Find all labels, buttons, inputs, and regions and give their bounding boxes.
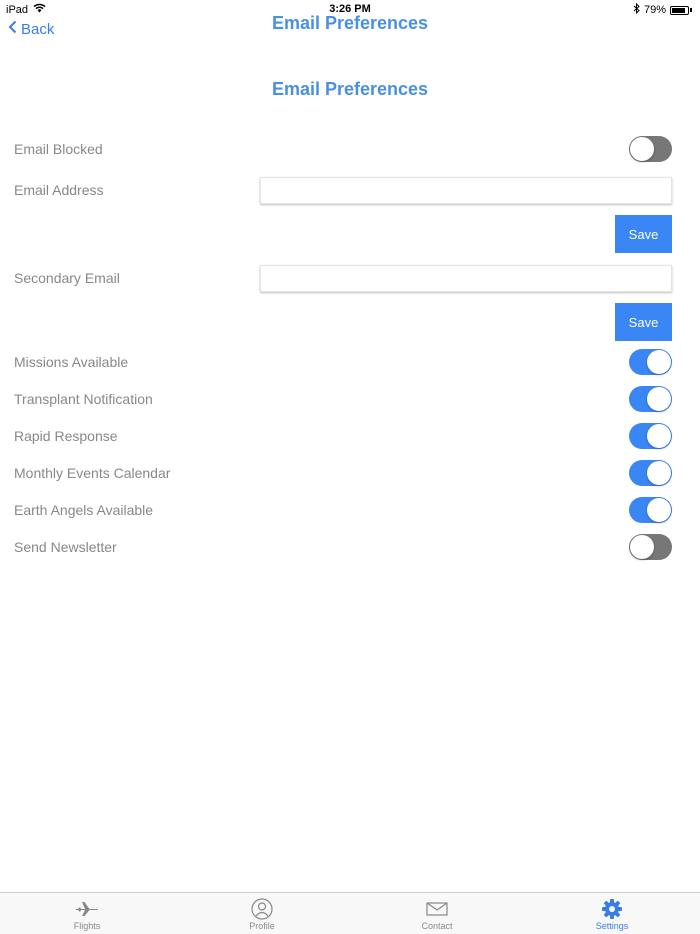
envelope-icon [397,898,477,920]
gear-icon [572,898,652,920]
tab-label: Flights [73,921,101,931]
transplant-notification-label: Transplant Notification [14,391,153,407]
rapid-response-label: Rapid Response [14,428,118,444]
page-heading: Email Preferences [271,79,429,99]
toggle-knob [647,350,671,374]
secondary-email-field[interactable] [260,265,672,292]
tab-label: Settings [595,921,629,931]
tab-label: Profile [249,921,275,931]
earth-angels-available-toggle[interactable] [629,497,672,523]
toggle-knob [647,498,671,522]
nav-title: Email Preferences [271,13,429,33]
send-newsletter-label: Send Newsletter [14,539,117,555]
person-icon [222,898,302,920]
monthly-events-calendar-label: Monthly Events Calendar [14,465,171,481]
email-address-field[interactable] [260,177,672,204]
tab-settings[interactable]: Settings [572,898,652,931]
monthly-events-calendar-toggle[interactable] [629,460,672,486]
toggle-knob [647,461,671,485]
tab-label: Contact [421,921,453,931]
secondary-email-label: Secondary Email [14,270,120,286]
toggle-knob [630,137,654,161]
send-newsletter-toggle[interactable] [629,534,672,560]
tab-flights[interactable]: Flights [47,898,127,931]
tab-profile[interactable]: Profile [222,898,302,931]
email-blocked-toggle[interactable] [629,136,672,162]
toggle-knob [630,535,654,559]
missions-available-toggle[interactable] [629,349,672,375]
transplant-notification-toggle[interactable] [629,386,672,412]
save-secondary-email-button[interactable]: Save [615,303,672,341]
toggle-knob [647,424,671,448]
battery-tip [690,8,692,12]
airplane-icon [47,898,127,920]
tab-contact[interactable]: Contact [397,898,477,931]
missions-available-label: Missions Available [14,354,129,370]
email-blocked-label: Email Blocked [14,141,103,157]
save-email-button[interactable]: Save [615,215,672,253]
rapid-response-toggle[interactable] [629,423,672,449]
email-address-label: Email Address [14,182,104,198]
tab-bar: Flights Profile Contact Settings [0,892,700,934]
toggle-knob [647,387,671,411]
earth-angels-available-label: Earth Angels Available [14,502,154,518]
